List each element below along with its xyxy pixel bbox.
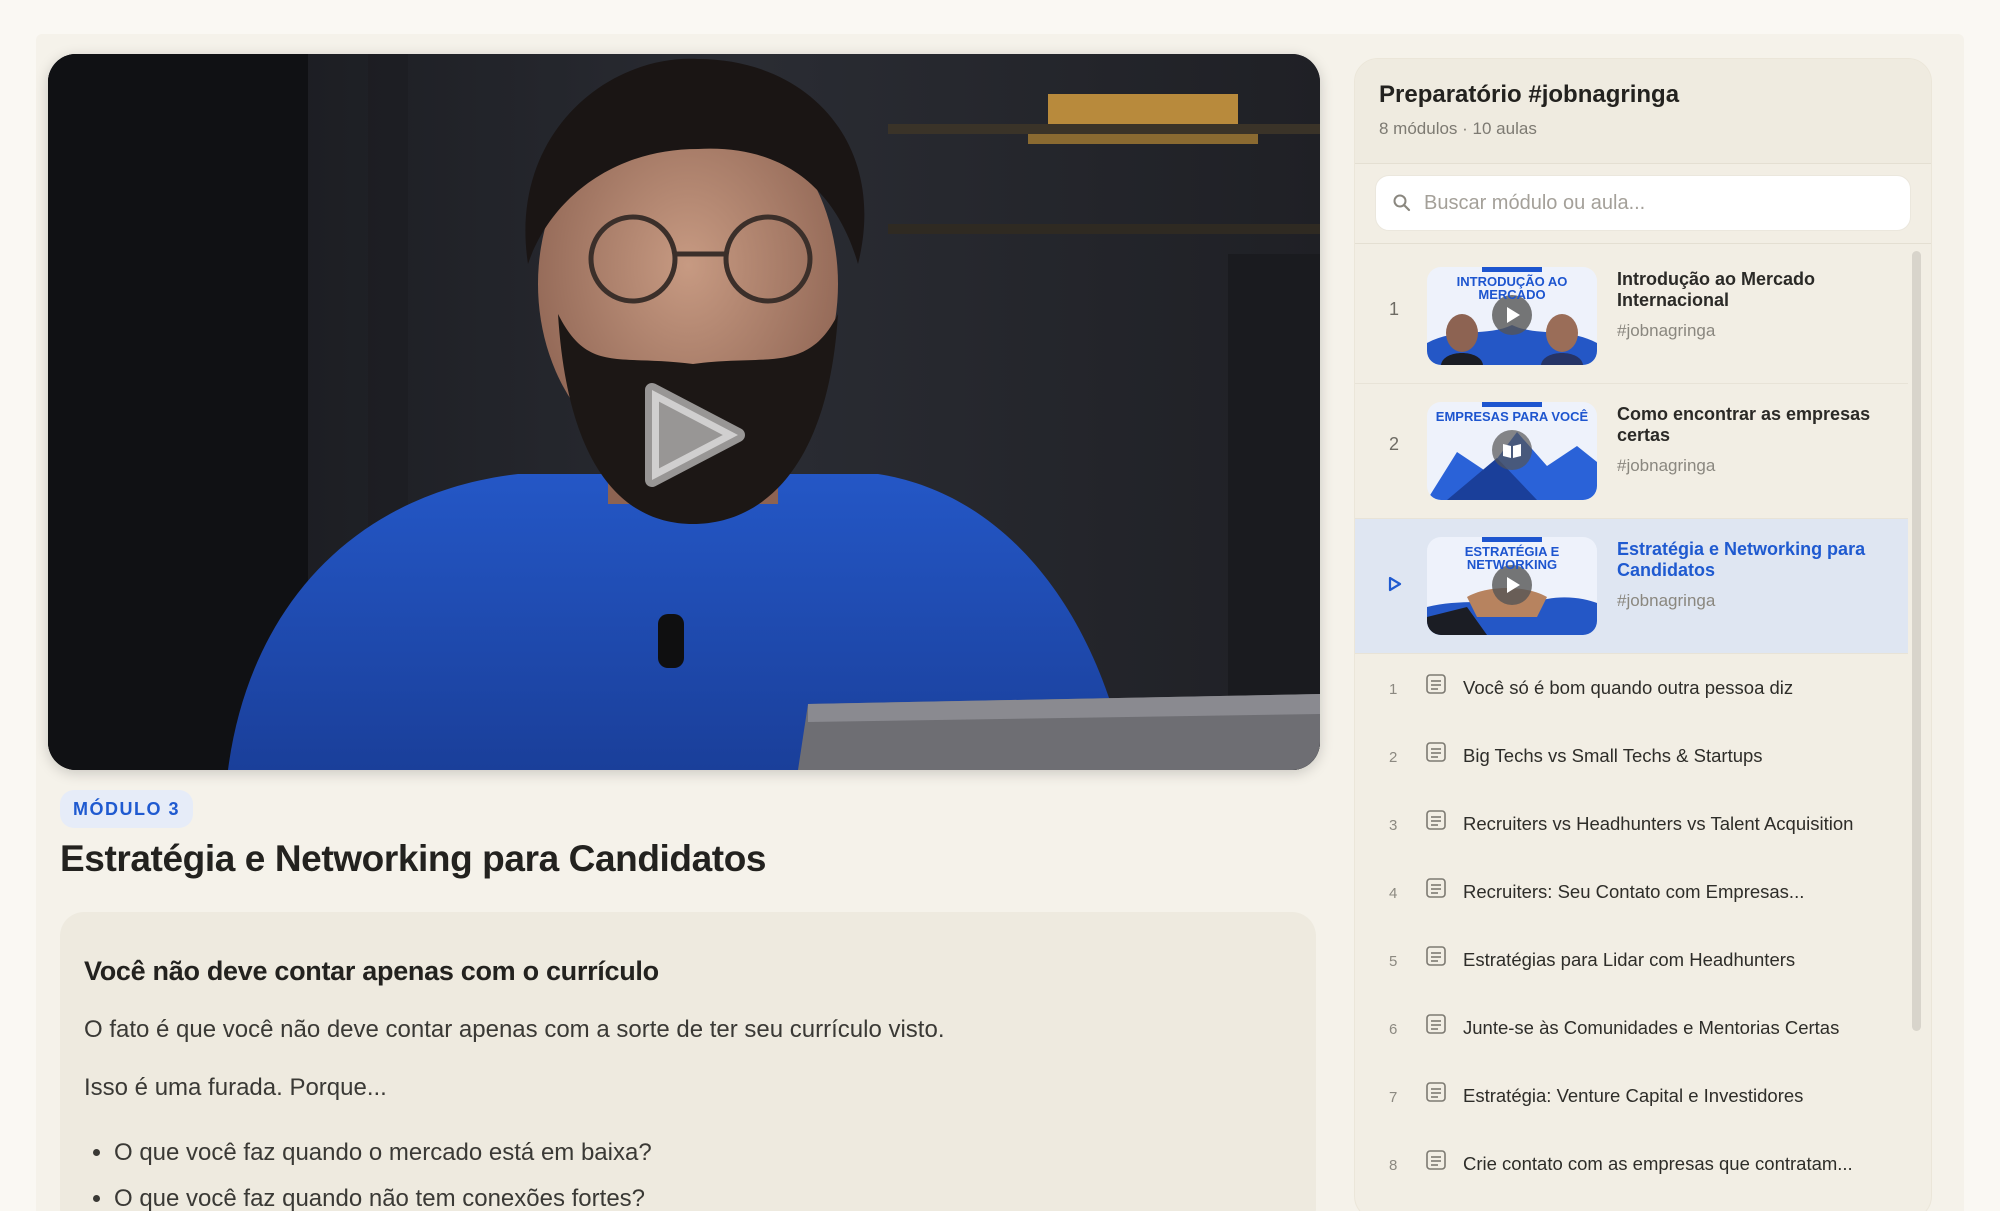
thumbnail-caption: INTRODUÇÃO AO MERCADO xyxy=(1456,274,1568,302)
lesson-item-7[interactable]: 7 Estratégia: Venture Capital e Investid… xyxy=(1355,1063,1908,1131)
thumbnail-caption: EMPRESAS PARA VOCÊ xyxy=(1435,409,1589,424)
divider xyxy=(1355,243,1931,244)
content-bullet-list: O que você faz quando o mercado está em … xyxy=(84,1136,652,1211)
content-heading: Você não deve contar apenas com o curríc… xyxy=(84,956,659,986)
lesson-title: Big Techs vs Small Techs & Startups xyxy=(1463,745,1763,766)
module-tag: #jobnagringa xyxy=(1617,591,1716,610)
lesson-number: 8 xyxy=(1389,1157,1398,1174)
lesson-item-2[interactable]: 2 Big Techs vs Small Techs & Startups xyxy=(1355,723,1908,791)
content-paragraph: O fato é que você não deve contar apenas… xyxy=(84,1016,945,1043)
content-paragraph: Isso é uma furada. Porque... xyxy=(84,1074,387,1101)
lesson-number: 6 xyxy=(1389,1021,1398,1038)
lesson-item-4[interactable]: 4 Recruiters: Seu Contato com Empresas..… xyxy=(1355,859,1908,927)
module-item-2[interactable]: 2 EMPRESAS PARA VOCÊ Como encontrar as e… xyxy=(1355,384,1908,519)
sidebar-scrollbar[interactable] xyxy=(1912,251,1921,1031)
page-title: Estratégia e Networking para Candidatos xyxy=(60,838,767,879)
module-thumbnail: EMPRESAS PARA VOCÊ xyxy=(1427,402,1597,500)
course-sidebar: Preparatório #jobnagringa 8 módulos · 10… xyxy=(1354,58,1932,1211)
lesson-number: 7 xyxy=(1389,1089,1398,1106)
course-title: Preparatório #jobnagringa xyxy=(1379,81,1680,108)
document-icon xyxy=(1426,1150,1446,1170)
lesson-item-1[interactable]: 1 Você só é bom quando outra pessoa diz xyxy=(1355,655,1908,723)
book-icon xyxy=(1492,430,1532,470)
lesson-number: 4 xyxy=(1389,885,1398,902)
document-icon xyxy=(1426,810,1446,830)
module-tag: #jobnagringa xyxy=(1617,321,1716,340)
lesson-title: Estratégias para Lidar com Headhunters xyxy=(1463,949,1796,970)
lesson-number: 5 xyxy=(1389,953,1398,970)
now-playing-icon xyxy=(1388,576,1402,592)
module-title: Como encontrar as empresas certas xyxy=(1617,404,1871,445)
module-title: Introdução ao Mercado Internacional xyxy=(1617,269,1816,310)
document-icon xyxy=(1426,946,1446,966)
document-icon xyxy=(1426,674,1446,694)
list-item: O que você faz quando não tem conexões f… xyxy=(114,1182,652,1211)
lesson-title: Junte-se às Comunidades e Mentorias Cert… xyxy=(1463,1017,1840,1038)
lesson-title: Estratégia: Venture Capital e Investidor… xyxy=(1463,1085,1804,1106)
lesson-item-3[interactable]: 3 Recruiters vs Headhunters vs Talent Ac… xyxy=(1355,791,1908,859)
module-thumbnail: INTRODUÇÃO AO MERCADO xyxy=(1427,267,1597,365)
lesson-title: Crie contato com as empresas que contrat… xyxy=(1463,1153,1853,1174)
course-summary: 8 módulos · 10 aulas xyxy=(1379,119,1537,138)
lesson-item-8[interactable]: 8 Crie contato com as empresas que contr… xyxy=(1355,1131,1908,1199)
sidebar-header: Preparatório #jobnagringa 8 módulos · 10… xyxy=(1355,59,1931,164)
thumbnail-caption: ESTRATÉGIA E NETWORKING xyxy=(1464,544,1560,572)
video-frame xyxy=(48,54,1320,770)
module-number: 2 xyxy=(1389,434,1400,454)
module-item-3[interactable]: ESTRATÉGIA E NETWORKING Estratégia e Net… xyxy=(1355,519,1908,654)
search-input[interactable] xyxy=(1422,190,1906,216)
document-icon xyxy=(1426,742,1446,762)
video-player[interactable] xyxy=(48,54,1320,770)
lesson-title: Recruiters vs Headhunters vs Talent Acqu… xyxy=(1463,813,1854,834)
document-icon xyxy=(1426,878,1446,898)
lesson-number: 1 xyxy=(1389,681,1398,698)
list-item: O que você faz quando o mercado está em … xyxy=(114,1136,652,1182)
search-box[interactable] xyxy=(1375,175,1911,231)
module-number: 1 xyxy=(1389,299,1400,319)
module-badge: MÓDULO 3 xyxy=(60,790,194,828)
module-item-1[interactable]: 1 INTRODUÇÃO AO MERCADO Introdução ao Me… xyxy=(1355,249,1908,384)
course-page: MÓDULO 3 Estratégia e Networking para Ca… xyxy=(36,34,1964,1211)
lesson-item-6[interactable]: 6 Junte-se às Comunidades e Mentorias Ce… xyxy=(1355,995,1908,1063)
search-icon xyxy=(1393,194,1411,212)
module-thumbnail: ESTRATÉGIA E NETWORKING xyxy=(1427,537,1597,635)
lesson-content: Você não deve contar apenas com o curríc… xyxy=(60,912,1316,1211)
module-tag: #jobnagringa xyxy=(1617,456,1716,475)
document-icon xyxy=(1426,1082,1446,1102)
lesson-number: 3 xyxy=(1389,817,1398,834)
lesson-title: Recruiters: Seu Contato com Empresas... xyxy=(1463,881,1805,902)
document-icon xyxy=(1426,1014,1446,1034)
lesson-item-5[interactable]: 5 Estratégias para Lidar com Headhunters xyxy=(1355,927,1908,995)
lesson-number: 2 xyxy=(1389,749,1398,766)
lesson-title: Você só é bom quando outra pessoa diz xyxy=(1463,677,1794,698)
module-title: Estratégia e Networking para Candidatos xyxy=(1617,539,1866,580)
